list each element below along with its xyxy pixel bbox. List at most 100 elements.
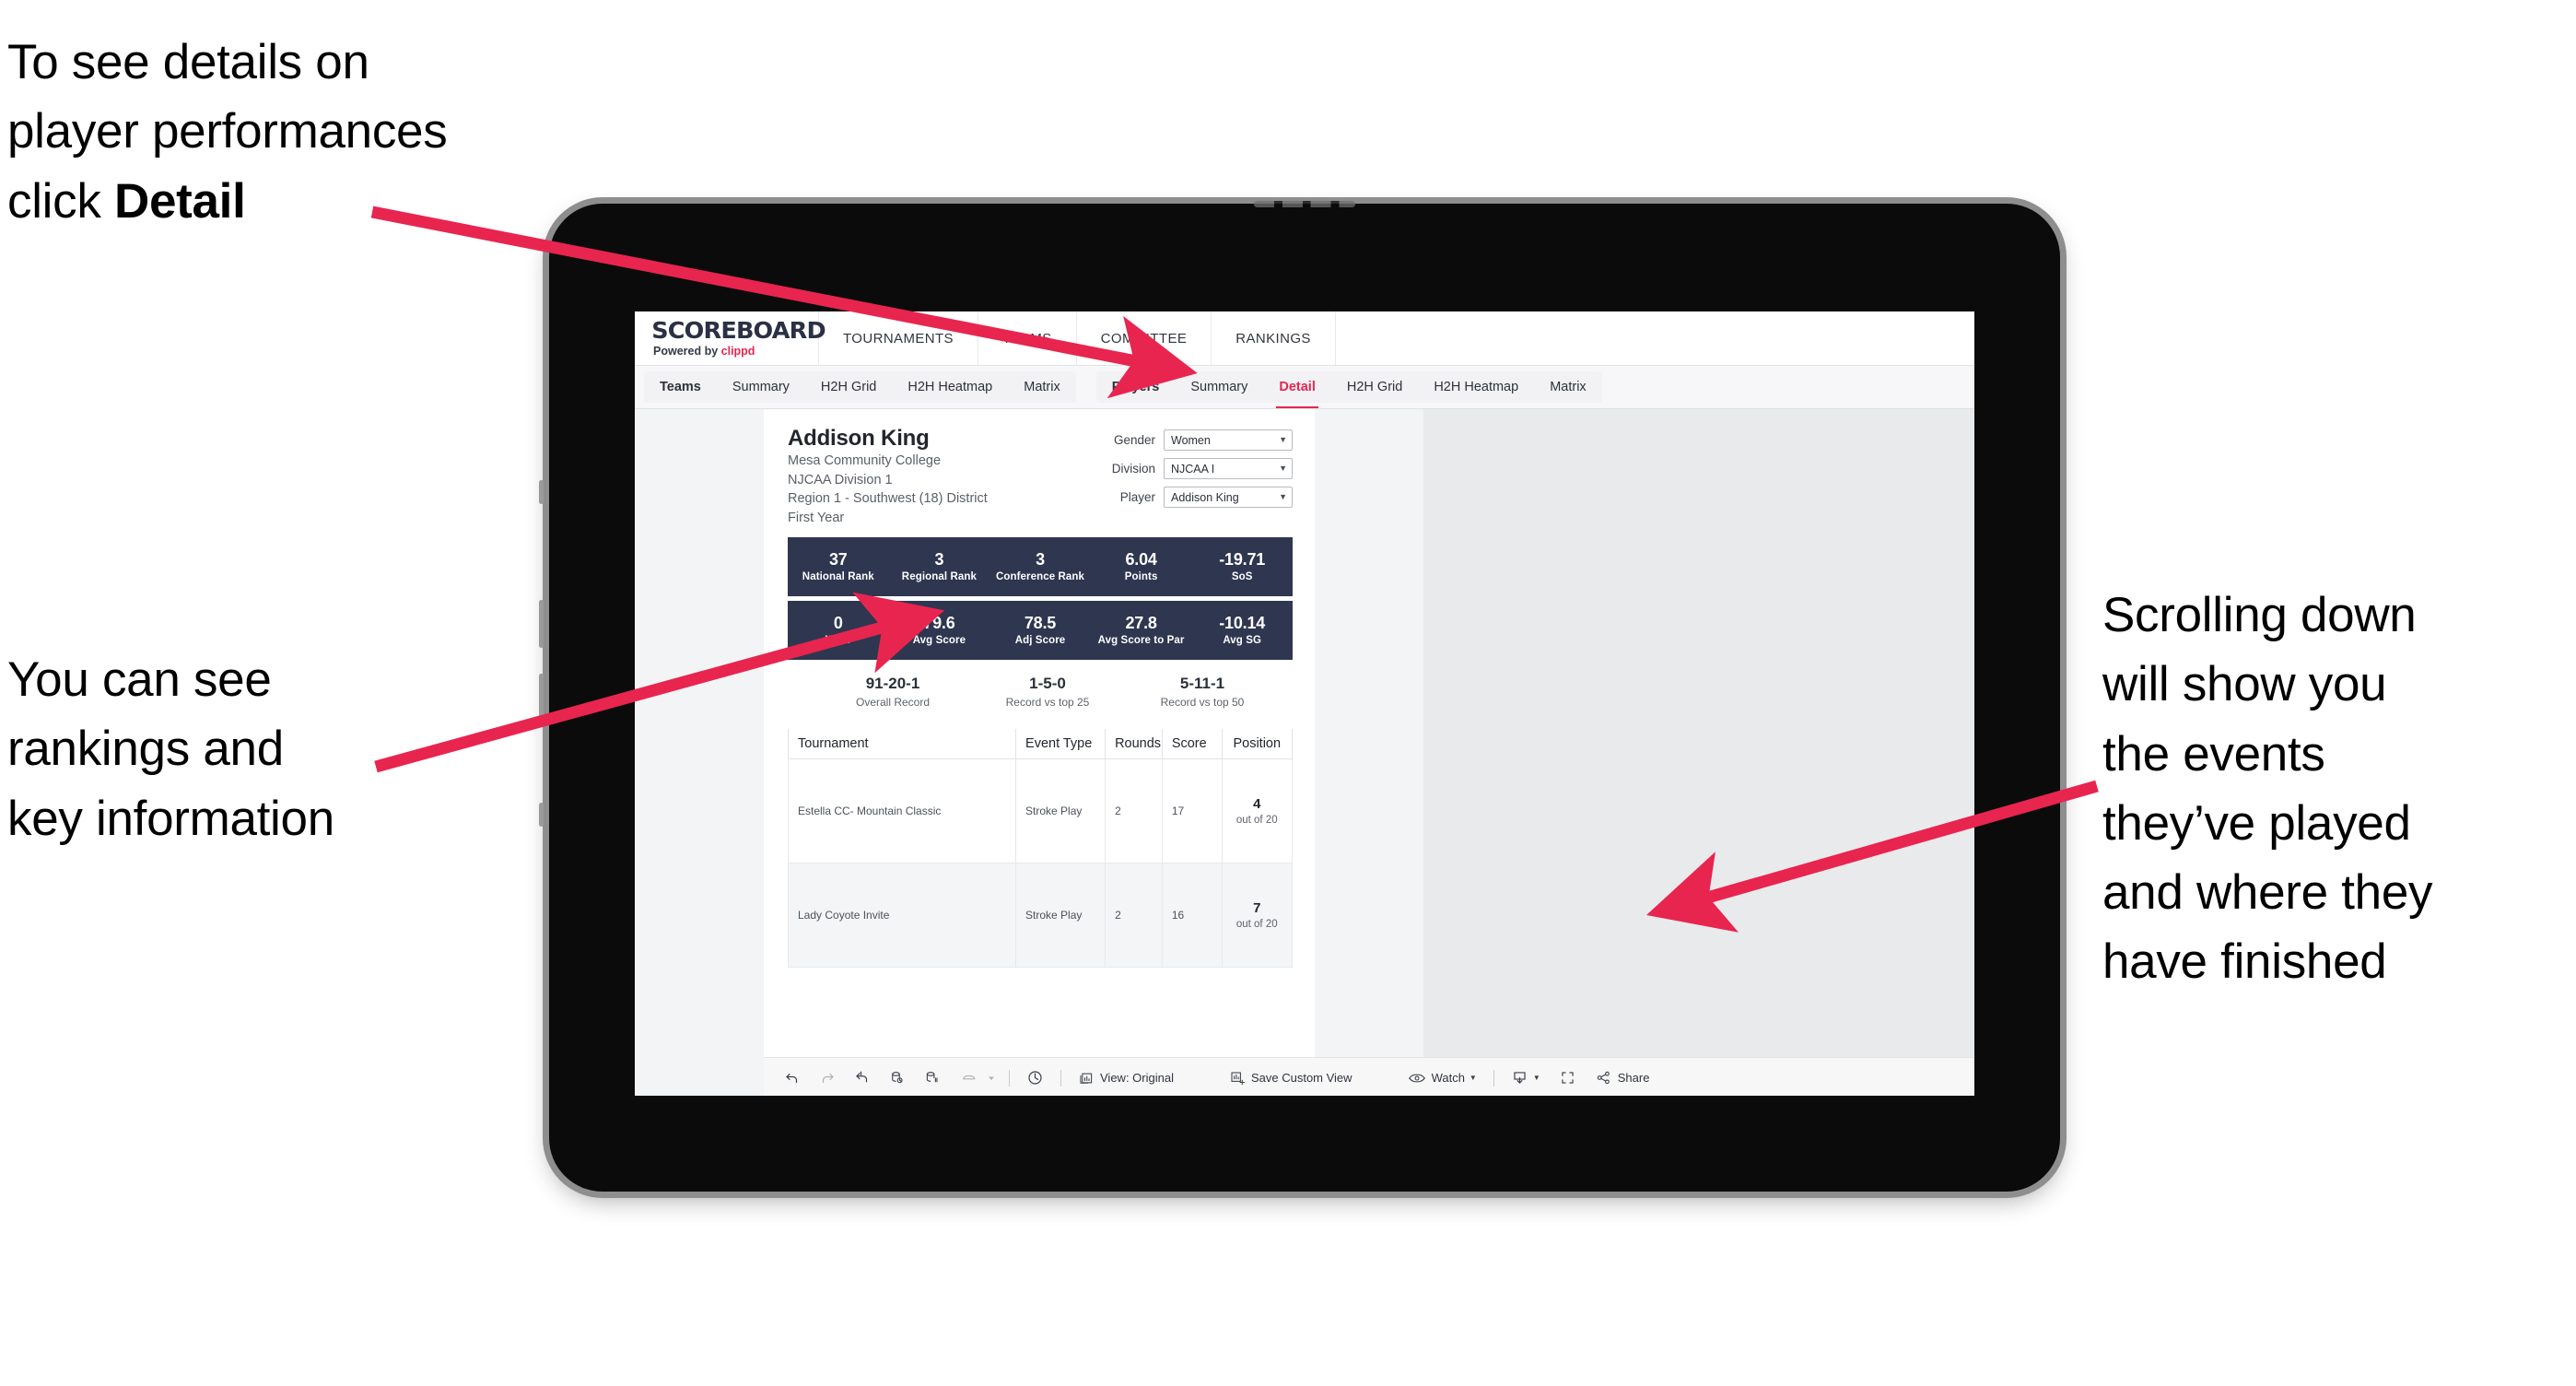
column-header-rounds[interactable]: Rounds (1105, 729, 1163, 760)
toolbar-divider (1060, 1069, 1061, 1086)
column-header-tournament[interactable]: Tournament (787, 729, 1017, 760)
fullscreen-icon[interactable] (1550, 1058, 1586, 1097)
top-nav-teams[interactable]: TEAMS (978, 311, 1077, 365)
workspace: Addison King Mesa Community College NJCA… (635, 409, 1974, 1096)
player-detail-document: Addison King Mesa Community College NJCA… (764, 409, 1315, 1096)
sub-nav-teams-matrix[interactable]: Matrix (1008, 371, 1075, 403)
toolbar-divider (1009, 1069, 1010, 1086)
stat-label: Avg SG (1223, 635, 1262, 647)
sub-nav-players-matrix[interactable]: Matrix (1534, 371, 1601, 403)
cell-score: 16 (1161, 863, 1223, 969)
canvas-left-gutter (635, 409, 764, 1096)
app-logo[interactable]: SCOREBOARD Powered by clippd (635, 311, 826, 365)
position-value: 7 (1253, 900, 1261, 917)
table-row[interactable]: Estella CC- Mountain Classic Stroke Play… (787, 758, 1293, 864)
revert-icon[interactable] (845, 1058, 880, 1097)
tablet-side-button-lower (539, 803, 544, 827)
records-row: 91-20-1 Overall Record 1-5-0 Record vs t… (788, 675, 1293, 709)
top-nav-rankings[interactable]: RANKINGS (1212, 311, 1336, 365)
record-label: Record vs top 25 (1005, 696, 1090, 710)
stat-label: Avg Score (912, 635, 966, 647)
sub-nav-players-h2h-grid[interactable]: H2H Grid (1331, 371, 1418, 403)
sub-nav-teams-summary[interactable]: Summary (717, 371, 805, 403)
player-school: Mesa Community College (788, 453, 942, 469)
filter-player-select[interactable]: Addison King ▼ (1164, 487, 1293, 508)
view-original-button[interactable]: View: Original (1069, 1058, 1183, 1097)
column-header-event-type[interactable]: Event Type (1015, 729, 1107, 760)
stat-points: 6.04 Points (1091, 550, 1192, 583)
stat-sos: -19.71 SoS (1191, 550, 1293, 583)
refresh-data-source-icon[interactable] (880, 1058, 915, 1097)
record-value: 5-11-1 (1179, 674, 1225, 692)
annotation-top-left: To see details on player performances cl… (7, 28, 652, 236)
save-custom-view-button[interactable]: Save Custom View (1220, 1058, 1362, 1097)
filter-gender-select[interactable]: Women ▼ (1164, 429, 1293, 451)
top-nav-committee[interactable]: COMMITTEE (1077, 311, 1212, 365)
stats-bar-rankings: 37 National Rank 3 Regional Rank 3 Confe… (788, 536, 1293, 596)
annotation-top-left-bold: Detail (113, 173, 246, 229)
cell-position: 4 out of 20 (1221, 758, 1293, 864)
stats-bar-scoring: 0 Wins 79.6 Avg Score 78.5 Adj Score 27.… (788, 600, 1293, 660)
chevron-down-icon: ▼ (1279, 435, 1287, 444)
undo-icon[interactable] (775, 1058, 810, 1097)
annotation-right: Scrolling down will show you the events … (2102, 588, 2433, 990)
cell-tournament: Estella CC- Mountain Classic (787, 758, 1017, 864)
table-row[interactable]: Lady Coyote Invite Stroke Play 2 16 7 ou… (787, 863, 1293, 969)
stat-value: 78.5 (1024, 613, 1057, 632)
pause-auto-update-icon[interactable] (1017, 1058, 1053, 1097)
top-nav-tournaments[interactable]: TOURNAMENTS (819, 311, 978, 365)
filter-player-label: Player (1119, 490, 1155, 504)
player-info-block: Addison King Mesa Community College NJCA… (788, 426, 988, 528)
download-icon[interactable]: ▼ (1502, 1058, 1550, 1097)
stat-value: 3 (1036, 549, 1045, 569)
stat-label: Points (1124, 571, 1158, 583)
sub-nav-players[interactable]: Players (1096, 371, 1176, 403)
pause-updates-dropdown-icon[interactable] (987, 1058, 1001, 1097)
player-region: Region 1 - Southwest (18) District (788, 491, 988, 507)
stat-value: 37 (828, 549, 848, 569)
table-header-row: Tournament Event Type Rounds Score Posit… (787, 729, 1293, 760)
record-overall: 91-20-1 Overall Record (815, 675, 970, 709)
sub-nav-players-detail[interactable]: Detail (1263, 371, 1331, 408)
position-out-of: out of 20 (1235, 918, 1278, 930)
record-vs-top-25: 1-5-0 Record vs top 25 (970, 675, 1125, 709)
column-header-position[interactable]: Position (1221, 729, 1293, 760)
share-label: Share (1617, 1071, 1650, 1085)
document-header: Addison King Mesa Community College NJCA… (788, 426, 1293, 528)
sub-nav-players-summary[interactable]: Summary (1175, 371, 1263, 403)
tablet-volume-up-button (539, 600, 544, 648)
sub-nav-players-h2h-heatmap[interactable]: H2H Heatmap (1418, 371, 1534, 403)
stat-value: -10.14 (1219, 613, 1266, 632)
share-button[interactable]: Share (1586, 1058, 1659, 1097)
viz-bottom-toolbar: View: Original Save Custom View Watch ▼ … (764, 1057, 1974, 1096)
record-label: Record vs top 50 (1160, 696, 1245, 710)
redo-icon[interactable] (810, 1058, 845, 1097)
cell-position: 7 out of 20 (1221, 863, 1293, 969)
table-header: Tournament Event Type Rounds Score Posit… (787, 729, 1293, 760)
tablet-volume-down-button (539, 674, 544, 722)
logo-wordmark: SCOREBOARD (651, 317, 825, 344)
filter-division-select[interactable]: NJCAA I ▼ (1164, 458, 1293, 479)
stat-national-rank: 37 National Rank (788, 550, 889, 583)
tablet-screen: SCOREBOARD Powered by clippd TOURNAMENTS… (635, 311, 1974, 1096)
watch-button[interactable]: Watch ▼ (1399, 1058, 1486, 1097)
player-division: NJCAA Division 1 (788, 472, 893, 487)
stat-avg-score-to-par: 27.8 Avg Score to Par (1091, 614, 1192, 647)
position-out-of: out of 20 (1235, 814, 1278, 826)
player-name: Addison King (788, 426, 930, 451)
pause-updates-icon[interactable] (950, 1058, 987, 1097)
logo-brand-name: clippd (720, 345, 755, 358)
stat-label: Conference Rank (995, 571, 1085, 583)
filter-division-label: Division (1111, 462, 1155, 476)
filter-gender-value: Women (1171, 433, 1211, 447)
stat-value: 27.8 (1125, 613, 1157, 632)
record-value: 91-20-1 (865, 674, 920, 692)
filter-division-value: NJCAA I (1171, 462, 1215, 476)
sub-nav-teams-h2h-grid[interactable]: H2H Grid (805, 371, 892, 403)
sub-nav-teams[interactable]: Teams (644, 371, 717, 403)
pause-data-source-icon[interactable] (915, 1058, 950, 1097)
stat-wins: 0 Wins (788, 614, 889, 647)
column-header-score[interactable]: Score (1161, 729, 1223, 760)
chevron-down-icon: ▼ (1279, 464, 1287, 473)
sub-nav-teams-h2h-heatmap[interactable]: H2H Heatmap (892, 371, 1008, 403)
